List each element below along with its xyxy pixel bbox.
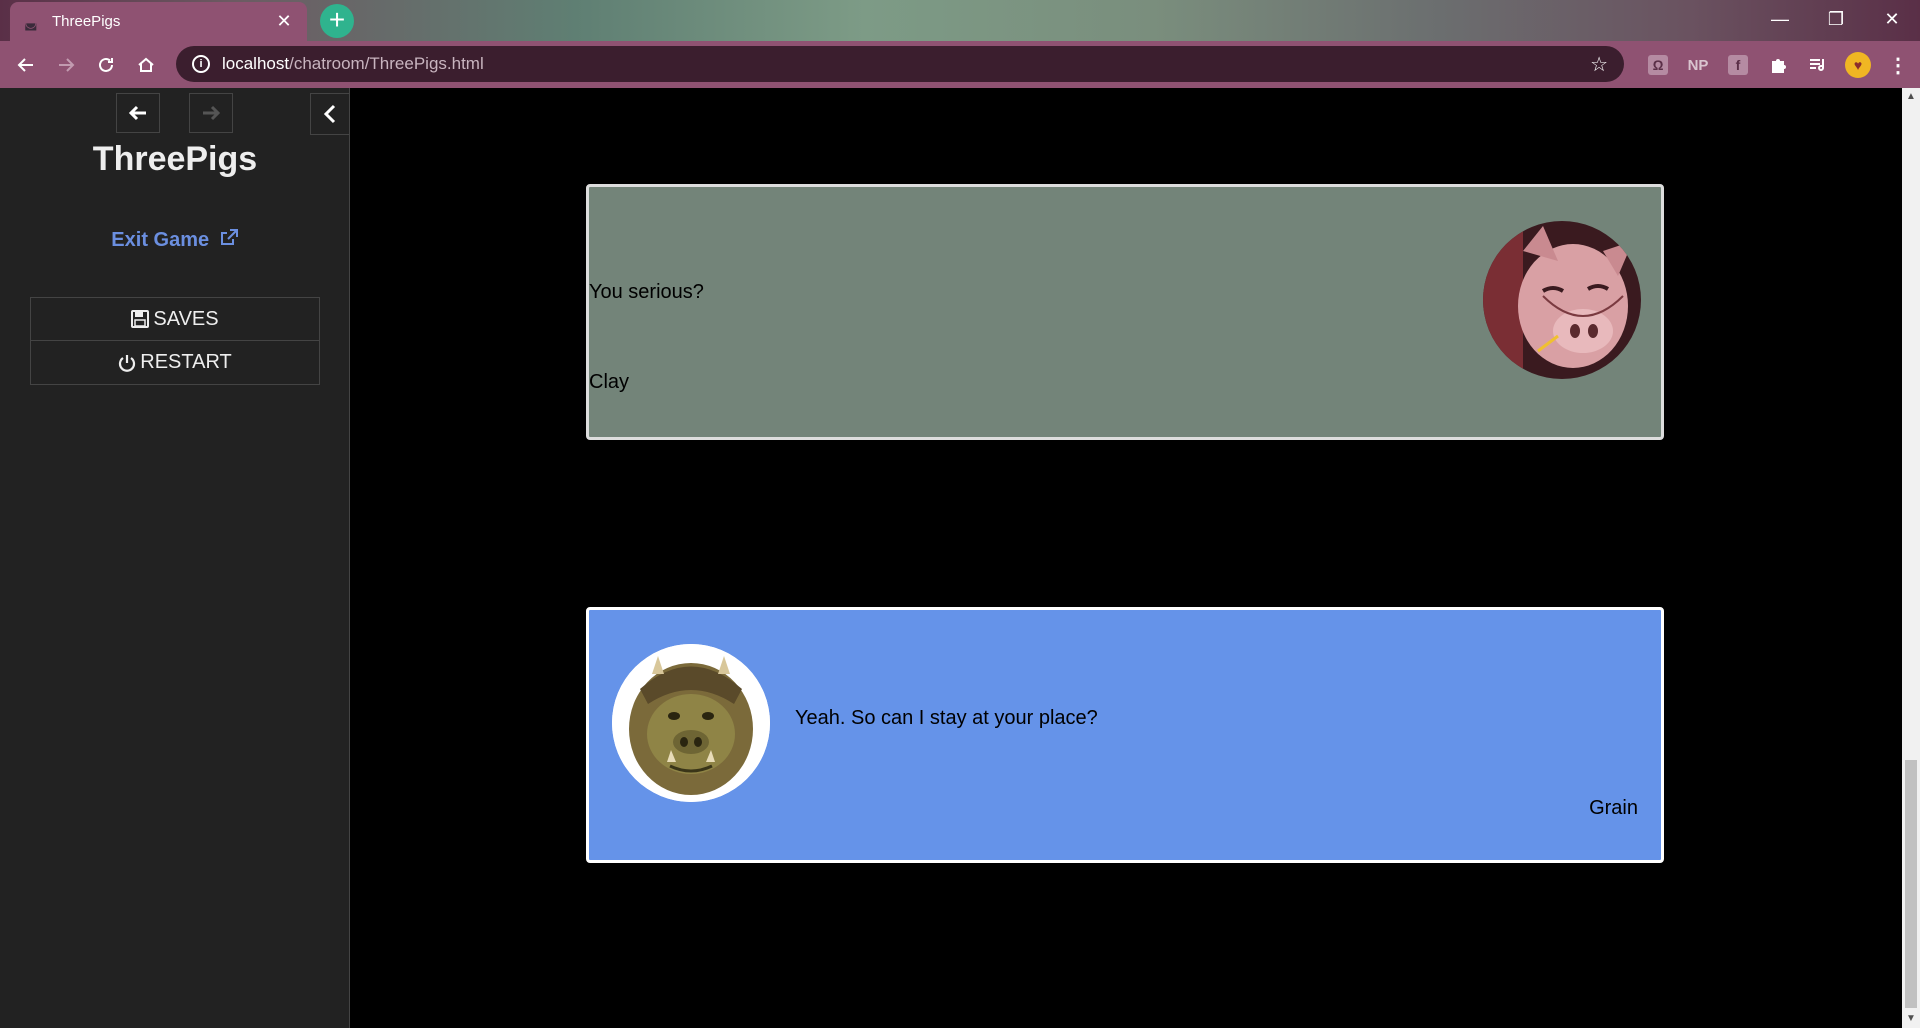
message-text: You serious? — [589, 281, 704, 303]
puzzle-icon[interactable] — [1760, 47, 1796, 83]
reload-icon[interactable] — [86, 45, 126, 85]
tab-favicon-icon: ◛ — [24, 13, 38, 30]
speaker-name: Clay — [589, 371, 630, 393]
close-tab-icon[interactable]: ✕ — [275, 11, 293, 32]
sidebar-menu: SAVES RESTART — [30, 297, 320, 385]
page-scrollbar[interactable]: ▲ ▼ — [1902, 88, 1920, 1028]
power-icon — [119, 354, 136, 372]
story-sidebar: ThreePigs Exit Game SAVES RESTART — [0, 88, 350, 1028]
forward-icon[interactable] — [46, 45, 86, 85]
new-tab-button[interactable]: + — [320, 4, 354, 38]
facebook-extension-icon[interactable]: f — [1720, 47, 1756, 83]
gamorrean-portrait-avatar — [612, 644, 770, 802]
scroll-down-icon[interactable]: ▼ — [1902, 1010, 1920, 1028]
exit-game-link[interactable]: Exit Game — [0, 228, 350, 252]
np-extension-icon[interactable]: NP — [1680, 47, 1716, 83]
restart-button[interactable]: RESTART — [30, 341, 320, 385]
profile-avatar[interactable]: ♥ — [1840, 47, 1876, 83]
kebab-menu-icon[interactable]: ⋮ — [1880, 47, 1916, 83]
browser-tab[interactable]: ◛ ThreePigs ✕ — [10, 2, 307, 41]
chat-message-grain: Yeah. So can I stay at your place? Grain — [586, 607, 1664, 863]
media-control-icon[interactable] — [1800, 47, 1836, 83]
extensions-bar: Ω NP f ♥ ⋮ — [1640, 47, 1916, 83]
page-content: ThreePigs Exit Game SAVES RESTART You se… — [0, 88, 1920, 1028]
story-title: ThreePigs — [92, 140, 258, 178]
url-host: localhost — [222, 54, 290, 73]
close-window-icon[interactable]: ✕ — [1864, 0, 1920, 38]
browser-toolbar: i localhost/chatroom/ThreePigs.html ☆ Ω … — [0, 41, 1920, 88]
home-icon[interactable] — [126, 45, 166, 85]
exit-game-label: Exit Game — [111, 229, 210, 251]
scroll-thumb[interactable] — [1905, 760, 1917, 1008]
chat-message-clay: You serious? Clay — [586, 184, 1664, 440]
address-bar[interactable]: i localhost/chatroom/ThreePigs.html ☆ — [176, 46, 1624, 82]
saves-label: SAVES — [153, 307, 219, 330]
pig-portrait-avatar — [1483, 221, 1641, 379]
history-back-button[interactable] — [116, 93, 160, 133]
scroll-up-icon[interactable]: ▲ — [1902, 88, 1920, 106]
bookmark-star-icon[interactable]: ☆ — [1590, 52, 1608, 77]
restore-icon[interactable]: ❐ — [1808, 0, 1864, 38]
chevron-left-icon — [323, 104, 336, 124]
site-info-icon[interactable]: i — [192, 55, 210, 73]
browser-titlebar: ◛ ThreePigs ✕ + — ❐ ✕ — [0, 0, 1920, 41]
minimize-icon[interactable]: — — [1752, 0, 1808, 38]
tab-title: ThreePigs — [52, 13, 121, 30]
collapse-sidebar-button[interactable] — [310, 93, 350, 135]
window-controls: — ❐ ✕ — [1752, 0, 1920, 38]
message-text: Yeah. So can I stay at your place? — [795, 707, 1098, 729]
restart-label: RESTART — [140, 351, 232, 373]
back-icon[interactable] — [6, 45, 46, 85]
url-path: /chatroom/ThreePigs.html — [289, 54, 484, 73]
arrow-right-icon — [203, 105, 221, 121]
history-forward-button[interactable] — [189, 93, 233, 133]
extension-icon[interactable]: Ω — [1640, 47, 1676, 83]
external-link-icon — [220, 229, 238, 245]
arrow-left-icon — [128, 105, 146, 121]
speaker-name: Grain — [1589, 797, 1638, 819]
floppy-disk-icon — [131, 310, 150, 328]
saves-button[interactable]: SAVES — [30, 297, 320, 341]
